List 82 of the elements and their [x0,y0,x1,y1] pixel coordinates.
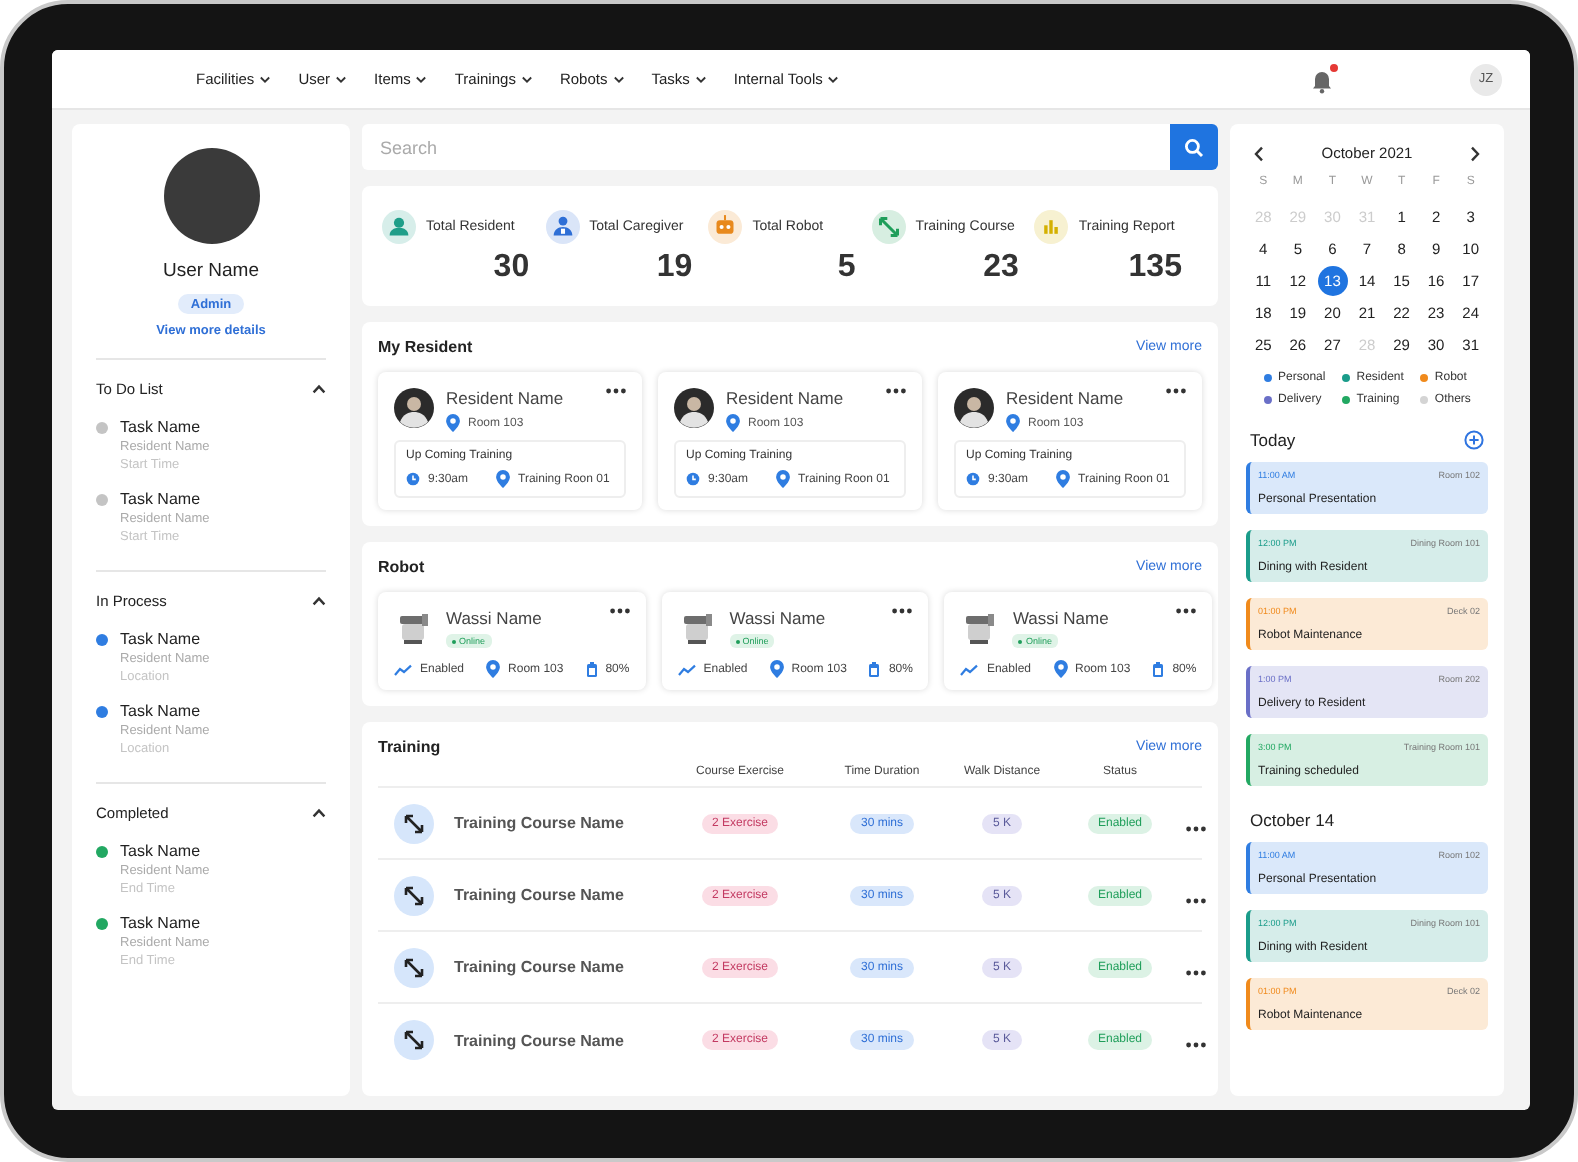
avatar-silhouette-icon [954,388,994,428]
stat-value: 135 [1128,250,1182,286]
search-button[interactable] [1170,124,1218,170]
task-name[interactable]: Task Name [120,490,326,508]
stat-value: 19 [656,250,693,286]
more-options-icon[interactable] [1186,825,1206,831]
stat-value: 30 [493,250,530,286]
next-month-button[interactable] [1469,145,1480,161]
diagonal-arrows-icon [394,803,434,843]
caret-icon [336,75,347,83]
resident-name[interactable]: Resident Name [726,388,874,408]
previous-month-button[interactable] [1254,145,1264,161]
trend-line-icon [394,663,412,675]
caret-icon [828,75,839,83]
chevron-icon[interactable] [312,384,326,394]
robot-drawing [394,608,434,648]
more-options-icon[interactable] [1176,608,1197,614]
caret-icon [521,75,532,83]
location-pin-icon [776,470,791,488]
battery-icon [1152,661,1165,677]
section-title: Training [378,738,441,756]
location-pin-icon [446,414,460,432]
more-options-icon[interactable] [606,388,626,394]
location-pin-icon [1006,414,1020,432]
clock-icon [686,472,700,486]
battery-icon [868,661,881,677]
caret-icon [260,75,271,83]
training-course-name[interactable]: Training Course Name [454,1031,666,1049]
training-course-name[interactable]: Training Course Name [454,814,666,832]
resident-name[interactable]: Resident Name [1006,388,1154,408]
location-pin-icon [769,660,784,678]
section-title: My Resident [378,338,473,356]
location-pin-icon [1053,660,1067,678]
more-options-icon[interactable] [609,608,630,614]
task-name[interactable]: Task Name [120,418,326,436]
stat-value: 5 [837,250,856,286]
resident-name[interactable]: Resident Name [446,388,594,408]
caret-icon [695,75,706,83]
more-options-icon[interactable] [1186,897,1206,903]
icon-background [871,210,906,244]
task-name[interactable]: Task Name [120,702,326,720]
training-course-name[interactable]: Training Course Name [454,958,666,976]
more-options-icon[interactable] [892,608,913,614]
chevron-icon[interactable] [312,596,326,606]
notification-bell-icon[interactable] [1310,69,1334,93]
caret-icon [613,75,624,83]
trend-line-icon [960,663,979,675]
clock-icon [966,472,980,486]
task-name[interactable]: Task Name [120,842,326,860]
robot-name[interactable]: Wassi Name [446,608,598,628]
more-options-icon[interactable] [1186,1042,1206,1048]
diagonal-arrows-icon [394,947,434,987]
trend-line-icon [677,663,696,675]
location-pin-icon [496,470,511,488]
agenda-date-title: Today [1250,430,1296,450]
chevron-icon[interactable] [312,808,326,818]
caret-icon [416,75,427,83]
avatar-silhouette-icon [674,388,714,428]
diagonal-arrows-icon [394,1020,434,1060]
location-pin-icon [486,660,501,678]
diagonal-arrows-icon [394,875,434,915]
profile-photo-placeholder [163,148,259,244]
search-icon [1184,137,1204,157]
robot-name[interactable]: Wassi Name [729,608,881,628]
more-options-icon[interactable] [886,388,906,394]
more-options-icon[interactable] [1166,388,1186,394]
avatar-silhouette-icon [394,388,434,428]
task-name[interactable]: Task Name [120,630,326,648]
robot-name[interactable]: Wassi Name [1012,608,1165,628]
user-name: User Name [162,260,260,282]
stat-value: 23 [983,250,1019,286]
clock-icon [406,472,420,486]
training-course-name[interactable]: Training Course Name [454,886,666,904]
more-options-icon[interactable] [1186,969,1206,975]
search-field[interactable]: Search [362,124,1170,170]
add-icon[interactable] [1464,430,1484,450]
agenda-date-title: October 14 [1250,810,1335,830]
task-name[interactable]: Task Name [120,914,326,932]
location-pin-icon [726,414,740,432]
battery-icon [585,661,598,677]
section-title: Robot [378,558,425,576]
location-pin-icon [1056,470,1071,488]
